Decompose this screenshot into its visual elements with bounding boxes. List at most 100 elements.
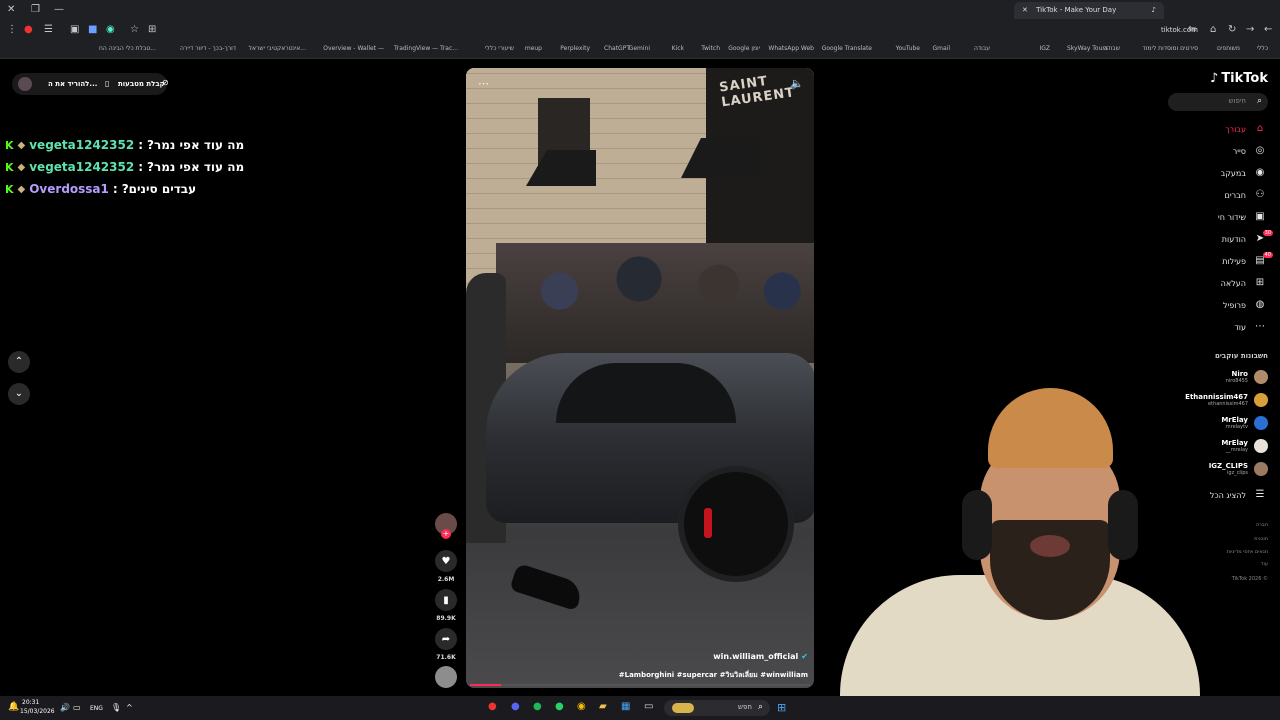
chevron-up-icon[interactable]: ⌃ — [8, 351, 30, 373]
nav-activity[interactable]: פעילות ▤ — [1222, 255, 1266, 267]
bookmark-item[interactable]: אינטראקטיבי ישראל... — [249, 45, 306, 52]
notification-icon[interactable]: 🔔 — [8, 702, 19, 712]
task-view-icon[interactable]: ▭ — [644, 701, 653, 712]
bookmark-item[interactable]: סירטים ומוסדות לימוד — [1143, 45, 1198, 52]
nav-friends[interactable]: חברים ⚇ — [1225, 189, 1266, 201]
store-icon[interactable]: ▦ — [621, 701, 630, 712]
language-indicator[interactable]: ENG — [90, 705, 103, 712]
bookmark-item[interactable]: שיעורי כללי — [485, 45, 514, 52]
app-icon[interactable]: ● — [488, 701, 497, 712]
bookmark-item[interactable]: Perplexity — [560, 45, 590, 52]
bookmark-item[interactable]: IGZ — [1039, 45, 1050, 52]
star-icon[interactable]: ☆ — [130, 24, 139, 35]
network-icon[interactable]: ▭ — [73, 703, 81, 712]
video-caption[interactable]: #Lamborghini #supercar #วินวิลเลี่ยม #wi… — [619, 670, 808, 681]
bookmark-item[interactable]: Overview - Wallet — — [323, 45, 384, 52]
bookmark-item[interactable]: טבלת כלי הבינה הח... — [99, 45, 156, 52]
footer-link[interactable]: עוד — [1261, 561, 1268, 567]
search-icon[interactable]: ⌕ — [1257, 96, 1262, 106]
bookmark-item[interactable]: Gmail — [932, 45, 950, 52]
extension-icon-3[interactable]: ▣ — [70, 24, 79, 35]
following-account[interactable]: MrElay mrelaytv — [1221, 416, 1268, 430]
bookmark-item[interactable]: ChatGPT — [604, 45, 630, 52]
nav-live[interactable]: שידור חי ▣ — [1218, 211, 1266, 223]
following-account[interactable]: MrElay __mrelay — [1221, 439, 1268, 453]
nav-more[interactable]: עוד ⋯ — [1234, 321, 1266, 333]
extension-icon-5[interactable]: ◉ — [106, 24, 115, 35]
search-input[interactable]: ⌕ חיפוש — [1168, 93, 1268, 111]
extension-icon[interactable]: ● — [24, 24, 33, 35]
tab-close-icon[interactable]: ✕ — [1022, 6, 1028, 14]
save-button[interactable]: ▮ — [435, 589, 457, 611]
nav-upload[interactable]: העלאה ⊞ — [1221, 277, 1266, 289]
nav-following[interactable]: במעקב ◉ — [1221, 167, 1266, 179]
share-button[interactable]: ➦ — [435, 628, 457, 650]
author-name[interactable]: win.william_official — [713, 652, 798, 661]
whatsapp-icon[interactable]: ● — [555, 701, 564, 712]
chevron-down-icon[interactable]: ⌄ — [8, 383, 30, 405]
sound-disc-icon[interactable] — [435, 666, 457, 688]
chrome-icon[interactable]: ◉ — [577, 701, 586, 712]
follow-plus-icon[interactable]: + — [441, 529, 451, 539]
bookmark-item[interactable]: WhatsApp Web — [768, 45, 814, 52]
avatar[interactable] — [18, 77, 32, 91]
back-icon[interactable]: ← — [1264, 24, 1272, 35]
nav-for-you[interactable]: עבורך ⌂ — [1225, 123, 1266, 135]
bookmark-item[interactable]: Twitch — [701, 45, 720, 52]
bookmark-item[interactable]: Google Translate — [822, 45, 872, 52]
install-icon[interactable]: ⊞ — [148, 24, 156, 35]
footer-link[interactable]: תנאים ויחסי מדיניות — [1227, 549, 1268, 555]
following-account[interactable]: Niro niro8455 — [1226, 370, 1268, 384]
forward-icon[interactable]: → — [1246, 24, 1254, 35]
video-author[interactable]: win.william_official ✔ — [713, 652, 808, 661]
bookmark-item[interactable]: עבודה — [974, 45, 990, 52]
restore-icon[interactable]: ❐ — [31, 4, 40, 15]
clock-time[interactable]: 20:31 — [22, 699, 39, 706]
tray-chevron-icon[interactable]: ^ — [126, 703, 133, 712]
site-settings-icon[interactable]: ⇋ — [1188, 24, 1196, 35]
bookmark-item[interactable]: SkyWay Tours — [1067, 45, 1108, 52]
nav-messages[interactable]: הודעות ➤ — [1222, 233, 1266, 245]
bookmark-item[interactable]: Google יומן — [728, 45, 760, 52]
bookmark-item[interactable]: Kick — [672, 45, 684, 52]
bookmark-item[interactable]: TradingView — Trac... — [394, 45, 458, 52]
tiktok-logo[interactable]: ♪ TikTok — [1210, 71, 1268, 86]
footer-link[interactable]: חברה — [1256, 522, 1268, 528]
footer-link[interactable]: תוכנית — [1254, 536, 1268, 542]
bookmark-item[interactable]: כללי — [1257, 45, 1268, 52]
show-all-link[interactable]: להציג הכל ☰ — [1210, 489, 1266, 501]
windows-start-icon[interactable]: ⊞ — [777, 701, 786, 714]
more-icon[interactable]: ⋯ — [478, 77, 489, 90]
bookmark-item[interactable]: Gemini — [629, 45, 650, 52]
microphone-icon[interactable]: 🎙 — [111, 703, 121, 712]
reload-icon[interactable]: ↻ — [1228, 24, 1236, 35]
like-button[interactable]: ♥ — [435, 550, 457, 572]
bookmark-item[interactable]: דורך-בכך - דיוור דיירה — [180, 45, 236, 52]
spotify-icon[interactable]: ● — [533, 701, 542, 712]
progress-track[interactable] — [470, 684, 810, 686]
home-icon[interactable]: ⌂ — [1210, 24, 1216, 35]
following-account[interactable]: IGZ_CLIPS igz_clips — [1209, 462, 1268, 476]
sound-icon[interactable]: 🔈 — [790, 77, 804, 90]
get-coins-button[interactable]: קבלת מטבעות — [118, 80, 165, 88]
discord-icon[interactable]: ● — [511, 701, 520, 712]
clock-date[interactable]: 15/03/2026 — [20, 708, 55, 715]
bookmark-item[interactable]: משותפים — [1217, 45, 1240, 52]
bookmark-item[interactable]: YouTube — [896, 45, 920, 52]
extension-icon-2[interactable]: ☰ — [44, 24, 53, 35]
volume-icon[interactable]: 🔊 — [60, 703, 70, 712]
video-player[interactable]: SAINT LAURENT ⋯ 🔈 win.william_official ✔… — [466, 68, 814, 688]
nav-profile[interactable]: פרופיל ◍ — [1223, 299, 1266, 311]
minimize-icon[interactable]: — — [54, 4, 64, 15]
folder-icon[interactable]: ▰ — [599, 701, 607, 712]
download-app-button[interactable]: להוריד את ה... — [48, 80, 97, 88]
bookmark-item[interactable]: meup — [525, 45, 542, 52]
close-window-icon[interactable]: ✕ — [7, 4, 15, 15]
taskbar-search[interactable]: חפש ⌕ — [664, 700, 770, 716]
menu-icon[interactable]: ⋮ — [7, 24, 17, 35]
nav-explore[interactable]: סייר ◎ — [1233, 145, 1266, 157]
extension-icon-4[interactable]: ■ — [88, 24, 97, 35]
chat-username: vegeta1242352 — [29, 138, 135, 152]
tab-tiktok[interactable]: ✕ TikTok - Make Your Day ♪ — [1014, 2, 1164, 19]
chat-username: vegeta1242352 — [29, 160, 135, 174]
